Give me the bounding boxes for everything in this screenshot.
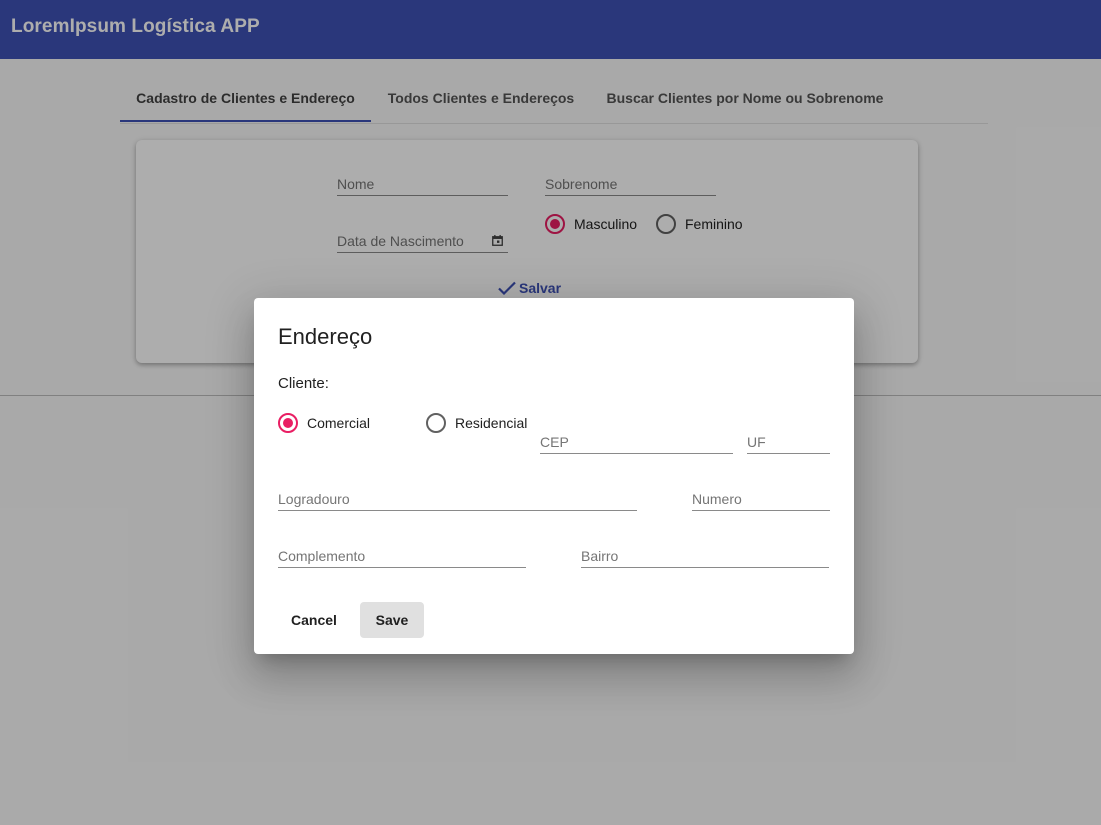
radio-residencial-label: Residencial (455, 415, 528, 431)
dialog-title: Endereço (278, 324, 373, 349)
bairro-input[interactable] (581, 544, 829, 567)
endereco-dialog: Endereço Cliente: Comercial Residencial … (254, 298, 854, 654)
radio-unchecked-icon (426, 413, 446, 433)
logradouro-input[interactable] (278, 487, 637, 510)
complemento-input[interactable] (278, 544, 526, 567)
numero-field (692, 487, 830, 511)
cliente-label: Cliente: (278, 375, 329, 392)
save-button[interactable]: Save (360, 602, 424, 638)
numero-input[interactable] (692, 487, 830, 510)
uf-input[interactable] (747, 430, 830, 453)
bairro-field (581, 544, 829, 568)
radio-comercial[interactable]: Comercial (278, 411, 370, 435)
radio-checked-icon (278, 413, 298, 433)
logradouro-field (278, 487, 637, 511)
cancel-button[interactable]: Cancel (278, 602, 350, 638)
radio-comercial-label: Comercial (307, 415, 371, 431)
cep-input[interactable] (540, 430, 733, 453)
radio-residencial[interactable]: Residencial (426, 411, 527, 435)
cep-field (540, 430, 733, 454)
complemento-field (278, 544, 526, 568)
uf-field (747, 430, 830, 454)
